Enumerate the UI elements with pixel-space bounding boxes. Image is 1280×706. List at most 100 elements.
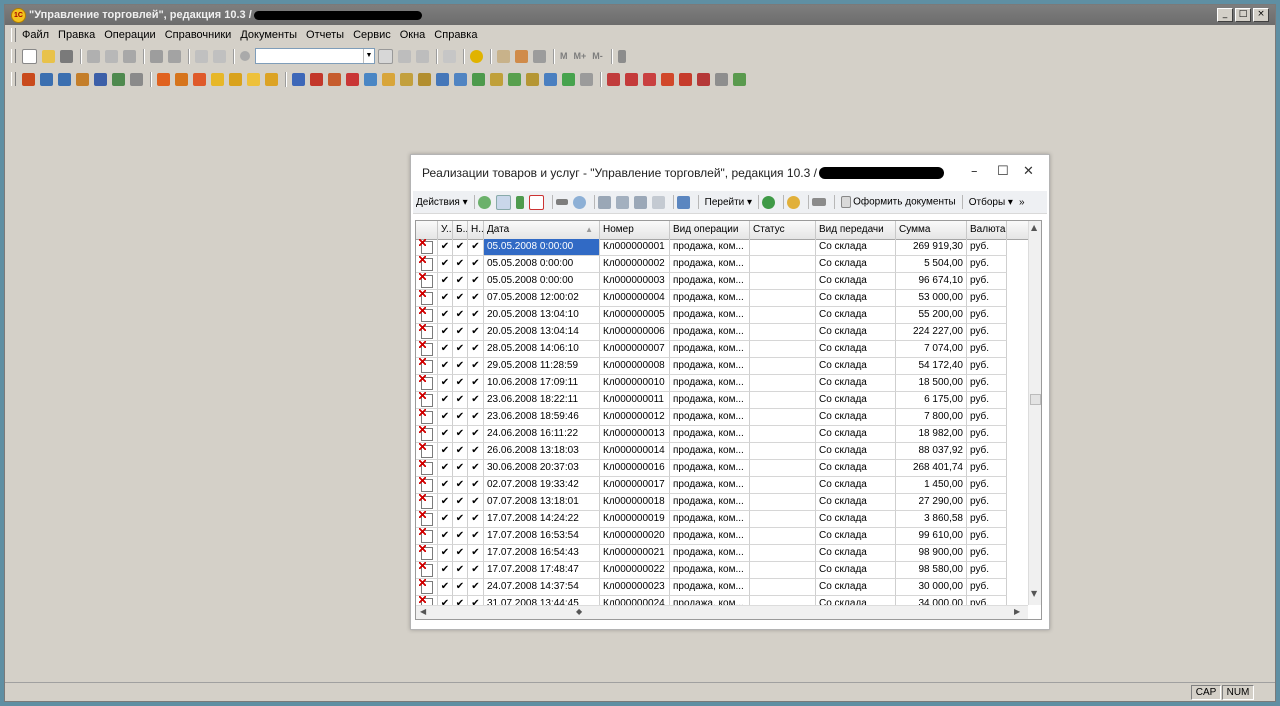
row-check-cell[interactable]: ✔ (468, 562, 484, 579)
row-number-cell[interactable]: Кл000000014 (600, 443, 670, 460)
calendar-icon[interactable] (515, 49, 528, 63)
row-status-text-cell[interactable] (750, 562, 816, 579)
row-number-cell[interactable]: Кл000000001 (600, 239, 670, 256)
row-transfer-cell[interactable]: Со склада (816, 290, 896, 307)
row-check-cell[interactable]: ✔ (453, 239, 468, 256)
row-sum-cell[interactable]: 269 919,30 (896, 239, 967, 256)
row-status-text-cell[interactable] (750, 392, 816, 409)
row-check-cell[interactable]: ✔ (453, 511, 468, 528)
row-currency-cell[interactable]: руб. (967, 528, 1007, 545)
calculator-icon[interactable] (533, 49, 546, 63)
row-number-cell[interactable]: Кл000000005 (600, 307, 670, 324)
row-status-cell[interactable] (416, 358, 438, 375)
row-sum-cell[interactable]: 27 290,00 (896, 494, 967, 511)
row-operation-cell[interactable]: продажа, ком... (670, 239, 750, 256)
row-operation-cell[interactable]: продажа, ком... (670, 460, 750, 477)
filter-icon[interactable] (597, 195, 611, 209)
row-check-cell[interactable]: ✔ (453, 528, 468, 545)
row-check-cell[interactable]: ✔ (438, 494, 453, 511)
row-currency-cell[interactable]: руб. (967, 358, 1007, 375)
find-next-icon[interactable] (398, 49, 411, 63)
minimize-button[interactable]: _ (1217, 8, 1233, 22)
header-col-u[interactable]: У.. (438, 221, 453, 239)
row-check-cell[interactable]: ✔ (438, 392, 453, 409)
table-row[interactable]: ✔ ✔ ✔ 10.06.2008 17:09:11 Кл000000010 продажа… (416, 375, 1028, 392)
users-icon[interactable] (94, 72, 107, 86)
menu-edit[interactable]: Правка (58, 29, 95, 41)
list-icon[interactable] (580, 72, 593, 86)
row-transfer-cell[interactable]: Со склада (816, 579, 896, 596)
row-status-cell[interactable] (416, 579, 438, 596)
row-date-cell[interactable]: 30.06.2008 20:37:03 (484, 460, 600, 477)
menu-service[interactable]: Сервис (353, 29, 391, 41)
row-check-cell[interactable]: ✔ (438, 307, 453, 324)
row-check-cell[interactable]: ✔ (468, 426, 484, 443)
row-currency-cell[interactable]: руб. (967, 579, 1007, 596)
header-col-n[interactable]: Н.. (468, 221, 484, 239)
documents-table[interactable]: У.. Б.. Н.. Дата ▲ Номер Вид операции Статус Вид… (415, 220, 1042, 620)
help-icon[interactable] (787, 195, 801, 209)
book-icon[interactable] (22, 72, 35, 86)
row-check-cell[interactable]: ✔ (438, 511, 453, 528)
row-date-cell[interactable]: 26.06.2008 13:18:03 (484, 443, 600, 460)
row-check-cell[interactable]: ✔ (438, 375, 453, 392)
row-date-cell[interactable]: 20.05.2008 13:04:10 (484, 307, 600, 324)
doc-arrow-icon[interactable] (454, 72, 467, 86)
row-number-cell[interactable]: Кл000000020 (600, 528, 670, 545)
row-sum-cell[interactable]: 30 000,00 (896, 579, 967, 596)
row-date-cell[interactable]: 10.06.2008 17:09:11 (484, 375, 600, 392)
row-sum-cell[interactable]: 98 900,00 (896, 545, 967, 562)
row-operation-cell[interactable]: продажа, ком... (670, 341, 750, 358)
row-transfer-cell[interactable]: Со склада (816, 256, 896, 273)
row-transfer-cell[interactable]: Со склада (816, 562, 896, 579)
row-status-text-cell[interactable] (750, 528, 816, 545)
row-check-cell[interactable]: ✔ (438, 409, 453, 426)
row-check-cell[interactable]: ✔ (468, 494, 484, 511)
row-transfer-cell[interactable]: Со склада (816, 307, 896, 324)
row-check-cell[interactable]: ✔ (453, 562, 468, 579)
row-date-cell[interactable]: 17.07.2008 16:54:43 (484, 545, 600, 562)
doc-arrow-icon[interactable] (310, 72, 323, 86)
table-row[interactable]: ✔ ✔ ✔ 30.06.2008 20:37:03 Кл000000016 продажа… (416, 460, 1028, 477)
row-sum-cell[interactable]: 99 610,00 (896, 528, 967, 545)
based-on-icon[interactable] (676, 195, 690, 209)
doc-arrow-icon[interactable] (364, 72, 377, 86)
row-status-cell[interactable] (416, 375, 438, 392)
row-check-cell[interactable]: ✔ (453, 443, 468, 460)
row-check-cell[interactable]: ✔ (453, 494, 468, 511)
row-transfer-cell[interactable]: Со склада (816, 528, 896, 545)
row-date-cell[interactable]: 17.07.2008 16:53:54 (484, 528, 600, 545)
header-col-operation[interactable]: Вид операции (670, 221, 750, 239)
undo-icon[interactable] (195, 49, 208, 63)
coins-icon[interactable] (229, 72, 242, 86)
row-currency-cell[interactable]: руб. (967, 239, 1007, 256)
row-transfer-cell[interactable]: Со склада (816, 460, 896, 477)
row-check-cell[interactable]: ✔ (438, 528, 453, 545)
purchase-icon[interactable] (175, 72, 188, 86)
row-check-cell[interactable]: ✔ (468, 307, 484, 324)
delete-icon[interactable] (528, 194, 544, 210)
search-dropdown-icon[interactable]: ▼ (363, 49, 374, 63)
row-operation-cell[interactable]: продажа, ком... (670, 409, 750, 426)
row-sum-cell[interactable]: 7 074,00 (896, 341, 967, 358)
table-row[interactable]: ✔ ✔ ✔ 23.06.2008 18:22:11 Кл000000011 продажа… (416, 392, 1028, 409)
doc-arrow-icon[interactable] (697, 72, 710, 86)
row-status-text-cell[interactable] (750, 545, 816, 562)
refresh-icon[interactable] (762, 195, 776, 209)
row-number-cell[interactable]: Кл000000003 (600, 273, 670, 290)
row-status-cell[interactable] (416, 273, 438, 290)
horizontal-scrollbar[interactable]: ◀ ◆ ▶ (416, 605, 1028, 619)
row-check-cell[interactable]: ✔ (438, 562, 453, 579)
row-check-cell[interactable]: ✔ (468, 256, 484, 273)
find-prev-icon[interactable] (416, 49, 429, 63)
save-icon[interactable] (60, 49, 73, 63)
row-check-cell[interactable]: ✔ (453, 460, 468, 477)
table-row[interactable]: ✔ ✔ ✔ 17.07.2008 17:48:47 Кл000000022 продажа… (416, 562, 1028, 579)
row-date-cell[interactable]: 28.05.2008 14:06:10 (484, 341, 600, 358)
row-status-text-cell[interactable] (750, 256, 816, 273)
row-currency-cell[interactable]: руб. (967, 256, 1007, 273)
row-check-cell[interactable]: ✔ (453, 290, 468, 307)
table-icon[interactable] (497, 49, 510, 63)
row-sum-cell[interactable]: 5 504,00 (896, 256, 967, 273)
row-status-text-cell[interactable] (750, 341, 816, 358)
